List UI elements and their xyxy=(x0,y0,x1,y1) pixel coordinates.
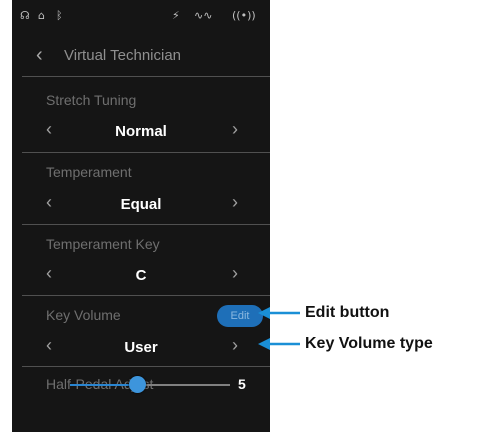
callout-edit-label: Edit button xyxy=(305,304,390,321)
callout-type-label: Key Volume type xyxy=(305,335,433,352)
callout-edit-arrowhead xyxy=(258,307,270,319)
callout-lines xyxy=(258,307,300,350)
callout-type-arrowhead xyxy=(258,338,270,350)
